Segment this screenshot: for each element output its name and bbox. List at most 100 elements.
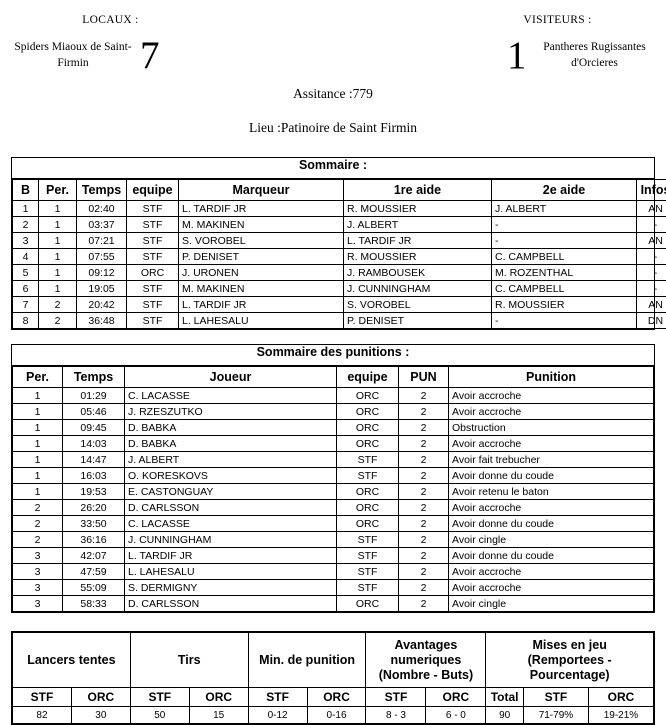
penalty-cell: ORC [337,484,399,500]
penalty-cell: 42:07 [63,548,125,564]
table-row: 114:47J. ALBERTSTF2Avoir fait trebucher [13,452,654,468]
goal-cell: J. CUNNINGHAM [344,281,492,297]
penalty-cell: 3 [13,596,63,612]
penalty-cell: 05:46 [63,404,125,420]
goal-cell: 6 [13,281,39,297]
penalty-cell: 36:16 [63,532,125,548]
goal-cell: P. DENISET [344,313,492,329]
goals-col-header: 1re aide [344,180,492,201]
penalty-cell: STF [337,548,399,564]
away-caption: VISITEURS : [455,14,660,26]
penalty-cell: Avoir cingle [449,596,654,612]
table-row: 6119:05STFM. MAKINENJ. CUNNINGHAMC. CAMP… [13,281,666,297]
penalty-cell: 55:09 [63,580,125,596]
goal-cell: M. ROZENTHAL [492,265,637,281]
penalty-cell: 1 [13,452,63,468]
goal-cell: R. MOUSSIER [344,249,492,265]
goal-cell: 3 [13,233,39,249]
penalty-cell: D. CARLSSON [125,596,337,612]
penalty-cell: 14:47 [63,452,125,468]
goal-cell: STF [127,249,179,265]
penalties-header-row: Per.TempsJoueurequipePUNPunition [13,367,654,388]
penalty-cell: Avoir accroche [449,580,654,596]
penalty-cell: 1 [13,388,63,404]
goal-cell: C. CAMPBELL [492,281,637,297]
penalty-cell: ORC [337,404,399,420]
penalty-cell: ORC [337,500,399,516]
table-row: 355:09S. DERMIGNYSTF2Avoir accroche [13,580,654,596]
goal-cell: C. CAMPBELL [492,249,637,265]
home-team-block: LOCAUX : Spiders Miaoux de Saint-Firmin … [8,14,213,74]
goal-cell: 2 [39,297,77,313]
goal-cell: 02:40 [77,201,127,217]
goal-cell: STF [127,281,179,297]
goals-col-header: equipe [127,180,179,201]
goal-cell: 1 [39,201,77,217]
penalty-cell: Avoir retenu le baton [449,484,654,500]
table-row: 226:20D. CARLSSONORC2Avoir accroche [13,500,654,516]
penalty-cell: 2 [399,484,449,500]
goal-cell: 09:12 [77,265,127,281]
penalties-col-header: PUN [399,367,449,388]
table-row: 114:03D. BABKAORC2Avoir accroche [13,436,654,452]
away-team-block: VISITEURS : 1 Pantheres Rugissantes d'Or… [455,14,660,74]
home-score: 7 [140,37,160,74]
goal-cell: 07:55 [77,249,127,265]
goal-cell: STF [127,233,179,249]
table-row: 3107:21STFS. VOROBELL. TARDIF JR-AN [13,233,666,249]
table-row: 8236:48STFL. LAHESALUP. DENISET-DN [13,313,666,329]
goal-cell: - [637,249,666,265]
stats-subheader-cell: STF [366,688,426,707]
stats-value-cell: 19-21% [588,707,653,724]
goal-cell: M. MAKINEN [179,281,344,297]
penalty-cell: 2 [399,516,449,532]
stats-group-tirs: Tirs [130,633,248,688]
penalty-cell: 3 [13,548,63,564]
penalty-cell: 2 [399,388,449,404]
penalty-cell: D. BABKA [125,436,337,452]
venue-label: Lieu :Patinoire de Saint Firmin [0,120,666,136]
penalty-cell: 3 [13,564,63,580]
goal-cell: S. VOROBEL [179,233,344,249]
stats-subheader-cell: STF [248,688,307,707]
stats-value-cell: 15 [189,707,248,724]
stats-subheader-row: STFORCSTFORCSTFORCSTFORCTotalSTFORC [13,688,654,707]
table-row: 358:33D. CARLSSONORC2Avoir cingle [13,596,654,612]
goal-cell: STF [127,217,179,233]
stats-subheader-cell: ORC [588,688,653,707]
stats-value-cell: 0-16 [307,707,366,724]
stats-value-cell: 6 - 0 [426,707,486,724]
table-row: 342:07L. TARDIF JRSTF2Avoir donne du cou… [13,548,654,564]
penalty-cell: S. DERMIGNY [125,580,337,596]
table-row: 116:03O. KORESKOVSSTF2Avoir donne du cou… [13,468,654,484]
penalty-cell: 2 [399,436,449,452]
stats-group-penalty-minutes: Min. de punition [248,633,366,688]
stats-group-lancers: Lancers tentes [13,633,131,688]
penalty-cell: J. ALBERT [125,452,337,468]
goal-cell: 1 [39,249,77,265]
penalty-cell: E. CASTONGUAY [125,484,337,500]
penalty-cell: C. LACASSE [125,516,337,532]
goals-col-header: B [13,180,39,201]
table-row: 5109:12ORCJ. URONENJ. RAMBOUSEKM. ROZENT… [13,265,666,281]
goals-col-header: Infos [637,180,666,201]
goal-cell: L. TARDIF JR [179,297,344,313]
goal-cell: J. ALBERT [492,201,637,217]
penalty-cell: Obstruction [449,420,654,436]
goal-cell: J. RAMBOUSEK [344,265,492,281]
goal-cell: S. VOROBEL [344,297,492,313]
stats-value-cell: 50 [130,707,189,724]
goal-cell: 1 [39,265,77,281]
goal-cell: L. TARDIF JR [179,201,344,217]
penalty-cell: ORC [337,420,399,436]
stats-group-power-play: Avantagesnumeriques(Nombre - Buts) [366,633,486,688]
penalty-cell: 09:45 [63,420,125,436]
goal-cell: AN [637,233,666,249]
stats-values-row: 823050150-120-168 - 36 - 09071-79%19-21% [13,707,654,724]
goal-cell: L. LAHESALU [179,313,344,329]
penalty-cell: ORC [337,596,399,612]
penalty-cell: Avoir fait trebucher [449,452,654,468]
scoreboard-header: LOCAUX : Spiders Miaoux de Saint-Firmin … [0,0,666,145]
away-score: 1 [507,37,527,74]
penalty-cell: STF [337,468,399,484]
